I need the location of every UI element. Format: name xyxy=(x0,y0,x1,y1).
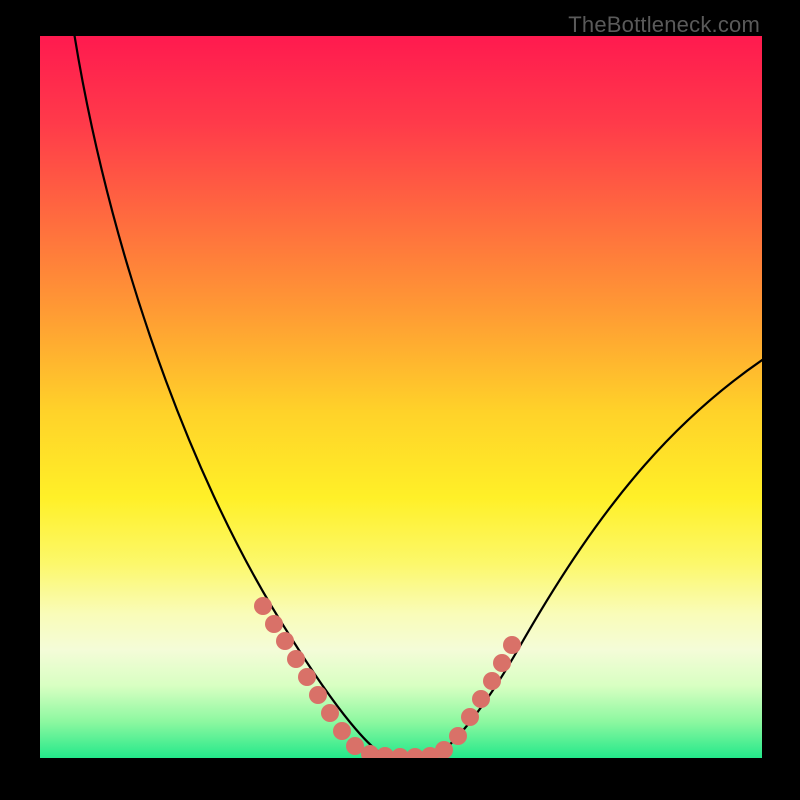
data-marker xyxy=(254,597,272,615)
data-marker xyxy=(309,686,327,704)
data-marker xyxy=(287,650,305,668)
bottleneck-curve-left xyxy=(70,36,385,756)
marker-group xyxy=(254,597,521,758)
plot-area xyxy=(40,36,762,758)
data-marker xyxy=(472,690,490,708)
chart-svg xyxy=(40,36,762,758)
data-marker xyxy=(333,722,351,740)
watermark-text: TheBottleneck.com xyxy=(568,12,760,38)
data-marker xyxy=(276,632,294,650)
outer-frame: TheBottleneck.com xyxy=(0,0,800,800)
data-marker xyxy=(493,654,511,672)
data-marker xyxy=(265,615,283,633)
data-marker xyxy=(483,672,501,690)
data-marker xyxy=(321,704,339,722)
data-marker xyxy=(503,636,521,654)
data-marker xyxy=(449,727,467,745)
data-marker xyxy=(298,668,316,686)
data-marker xyxy=(461,708,479,726)
